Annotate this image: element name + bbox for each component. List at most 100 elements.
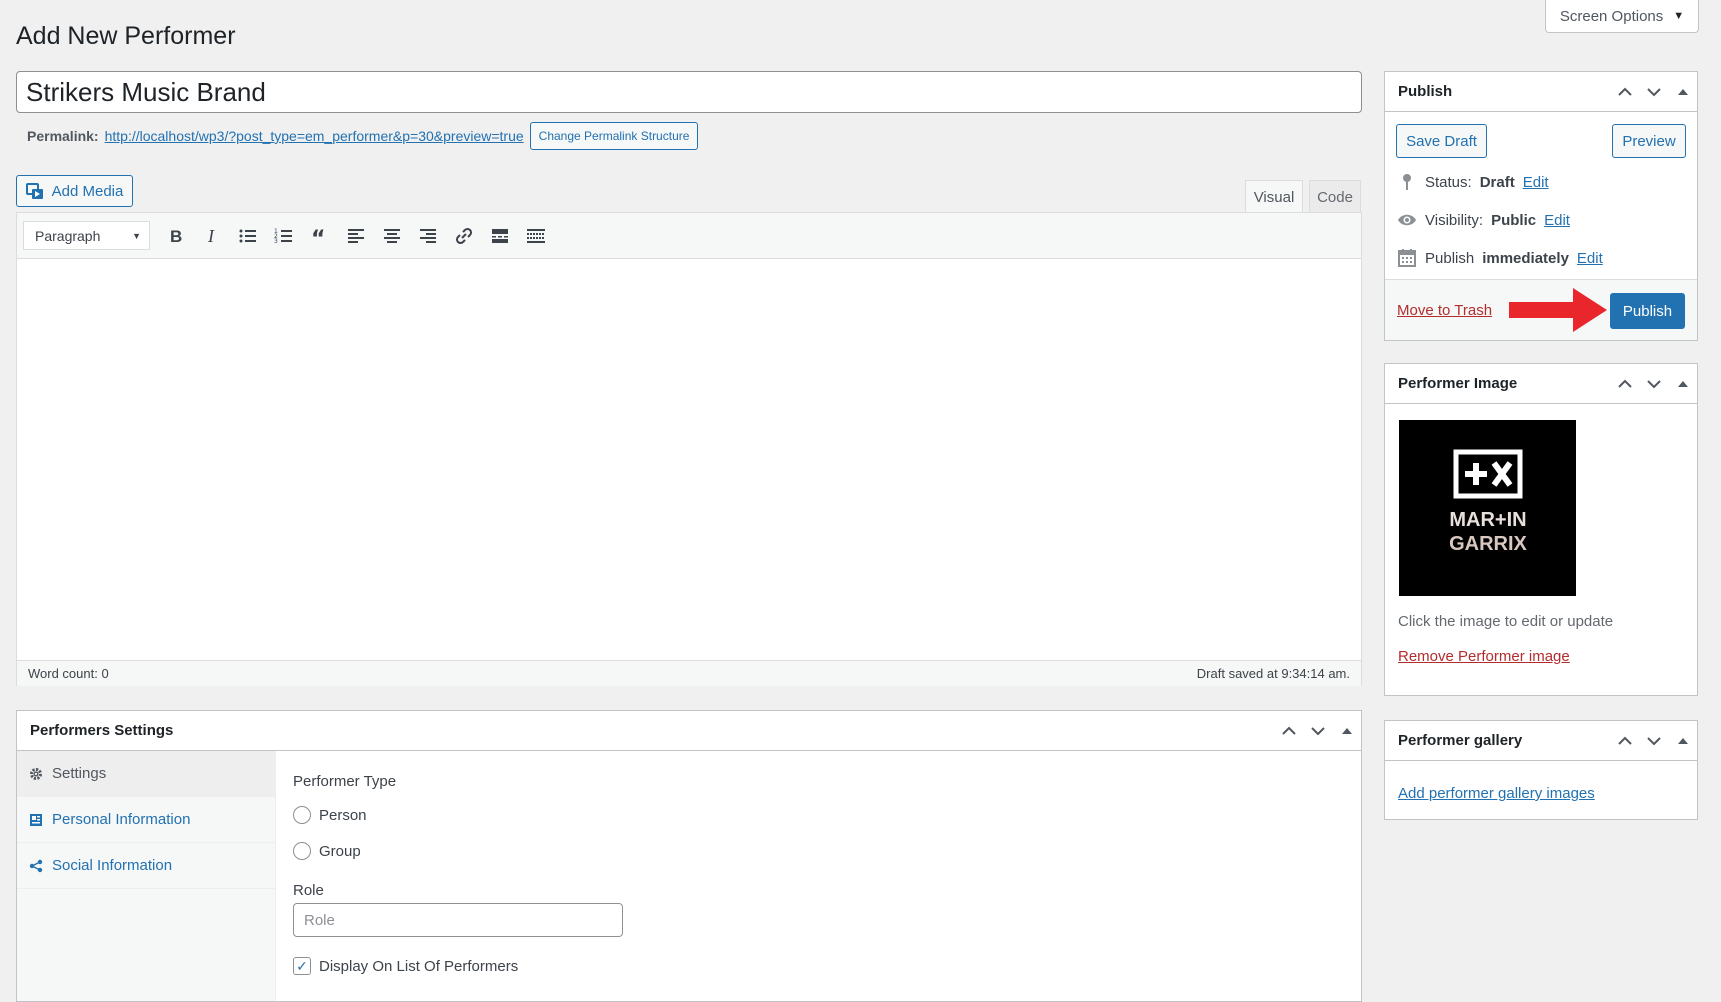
numbered-list-icon[interactable]: 123	[266, 221, 302, 251]
tab-personal-information[interactable]: Personal Information	[17, 797, 275, 843]
publish-time-row: Publish immediately Edit	[1397, 248, 1603, 268]
settings-tabs: Settings Personal Information Social Inf…	[17, 751, 276, 1001]
collapse-toggle-icon[interactable]	[1668, 364, 1697, 404]
logo-line-1: MAR+IN	[1449, 509, 1526, 531]
move-down-icon[interactable]	[1303, 711, 1332, 751]
move-up-icon[interactable]	[1610, 721, 1639, 761]
move-up-icon[interactable]	[1610, 72, 1639, 112]
move-down-icon[interactable]	[1639, 721, 1668, 761]
martin-garrix-logo: MAR+IN GARRIX	[1449, 449, 1528, 555]
publish-time-label: Publish	[1425, 249, 1475, 267]
red-arrow-annotation	[1509, 288, 1607, 332]
add-media-button[interactable]: Add Media	[16, 175, 133, 207]
publish-button[interactable]: Publish	[1610, 293, 1685, 329]
screen-options-label: Screen Options	[1559, 7, 1664, 25]
screen-options-button[interactable]: Screen Options ▼	[1545, 0, 1699, 33]
tab-social-information[interactable]: Social Information	[17, 843, 275, 889]
add-media-label: Add Media	[51, 182, 124, 200]
align-right-icon[interactable]	[410, 221, 446, 251]
editor-content-area[interactable]	[17, 259, 1361, 660]
post-title-input[interactable]: Strikers Music Brand	[16, 71, 1362, 113]
move-up-icon[interactable]	[1274, 711, 1303, 751]
blockquote-icon[interactable]: “	[302, 221, 338, 251]
display-on-list-checkbox[interactable]: ✓	[293, 957, 311, 975]
edit-status-link[interactable]: Edit	[1523, 174, 1549, 191]
tab-visual[interactable]: Visual	[1245, 180, 1303, 213]
calendar-icon	[1398, 249, 1416, 267]
editor-status-bar: Word count: 0 Draft saved at 9:34:14 am.	[17, 660, 1361, 686]
performer-type-label: Performer Type	[293, 773, 397, 790]
read-more-icon[interactable]	[482, 221, 518, 251]
performer-image-box: Performer Image MAR+IN GARRIX Click the …	[1384, 363, 1698, 696]
add-gallery-images-link[interactable]: Add performer gallery images	[1398, 785, 1595, 802]
collapse-toggle-icon[interactable]	[1332, 711, 1361, 751]
share-icon	[29, 859, 43, 872]
edit-publish-time-link[interactable]: Edit	[1577, 250, 1603, 267]
change-permalink-button[interactable]: Change Permalink Structure	[529, 122, 699, 150]
gear-icon	[30, 767, 42, 780]
align-left-icon[interactable]	[338, 221, 374, 251]
pin-icon	[1403, 174, 1411, 190]
save-draft-button[interactable]: Save Draft	[1396, 124, 1487, 158]
bold-icon[interactable]: B	[158, 221, 194, 251]
status-row: Status: Draft Edit	[1397, 172, 1549, 192]
editor-toolbar: Paragraph ▼ B I 123 “	[17, 213, 1361, 259]
visibility-label: Visibility:	[1425, 211, 1484, 229]
chevron-down-icon: ▼	[132, 230, 141, 241]
preview-button[interactable]: Preview	[1612, 124, 1686, 158]
tab-personal-information-label: Personal Information	[52, 811, 191, 828]
publish-header: Publish	[1385, 72, 1697, 112]
role-input-placeholder: Role	[304, 911, 335, 929]
move-to-trash-link[interactable]: Move to Trash	[1397, 302, 1492, 319]
status-label: Status:	[1425, 173, 1472, 191]
permalink-url-link[interactable]: http://localhost/wp3/?post_type=em_perfo…	[105, 128, 524, 144]
move-down-icon[interactable]	[1639, 364, 1668, 404]
publish-time-value: immediately	[1482, 249, 1569, 267]
word-count: Word count: 0	[28, 666, 109, 681]
performer-image-header: Performer Image	[1385, 364, 1697, 404]
performers-settings-title: Performers Settings	[30, 722, 174, 739]
performer-gallery-box: Performer gallery Add performer gallery …	[1384, 720, 1698, 820]
visibility-row: Visibility: Public Edit	[1397, 210, 1570, 230]
collapse-toggle-icon[interactable]	[1668, 72, 1697, 112]
link-icon[interactable]	[446, 221, 482, 251]
display-on-list-checkbox-row[interactable]: ✓ Display On List Of Performers	[293, 957, 518, 975]
svg-text:I: I	[207, 226, 215, 246]
tab-settings[interactable]: Settings	[17, 751, 275, 797]
format-select-value: Paragraph	[35, 227, 101, 244]
bullet-list-icon[interactable]	[230, 221, 266, 251]
image-caption: Click the image to edit or update	[1398, 613, 1614, 630]
toolbar-toggle-icon[interactable]	[518, 221, 554, 251]
permalink-row: Permalink: http://localhost/wp3/?post_ty…	[27, 122, 699, 150]
performer-gallery-title: Performer gallery	[1398, 732, 1523, 749]
performer-image[interactable]: MAR+IN GARRIX	[1399, 420, 1576, 596]
performers-settings-header: Performers Settings	[17, 711, 1361, 751]
radio-group-control[interactable]	[293, 842, 311, 860]
radio-person-control[interactable]	[293, 806, 311, 824]
italic-icon[interactable]: I	[194, 221, 230, 251]
performer-gallery-header: Performer gallery	[1385, 721, 1697, 761]
tab-social-information-label: Social Information	[52, 857, 173, 874]
media-icon	[25, 183, 43, 199]
display-on-list-label: Display On List Of Performers	[319, 957, 519, 975]
radio-group[interactable]: Group	[293, 842, 361, 860]
edit-visibility-link[interactable]: Edit	[1544, 212, 1570, 229]
performer-image-title: Performer Image	[1398, 375, 1518, 392]
role-input[interactable]: Role	[293, 903, 623, 937]
move-up-icon[interactable]	[1610, 364, 1639, 404]
collapse-toggle-icon[interactable]	[1668, 721, 1697, 761]
tab-settings-label: Settings	[52, 765, 107, 782]
align-center-icon[interactable]	[374, 221, 410, 251]
permalink-label: Permalink:	[27, 128, 99, 144]
move-down-icon[interactable]	[1639, 72, 1668, 112]
tab-code[interactable]: Code	[1309, 180, 1361, 213]
caret-down-icon: ▼	[1673, 10, 1685, 22]
svg-text:B: B	[170, 227, 182, 246]
radio-person[interactable]: Person	[293, 806, 367, 824]
format-select[interactable]: Paragraph ▼	[23, 221, 150, 250]
svg-text:“: “	[311, 227, 325, 246]
status-value: Draft	[1479, 173, 1515, 191]
remove-performer-image-link[interactable]: Remove Performer image	[1398, 648, 1570, 665]
settings-panel: Performer Type Person Group Role Role ✓ …	[293, 751, 1361, 1001]
post-title-value: Strikers Music Brand	[26, 76, 266, 107]
